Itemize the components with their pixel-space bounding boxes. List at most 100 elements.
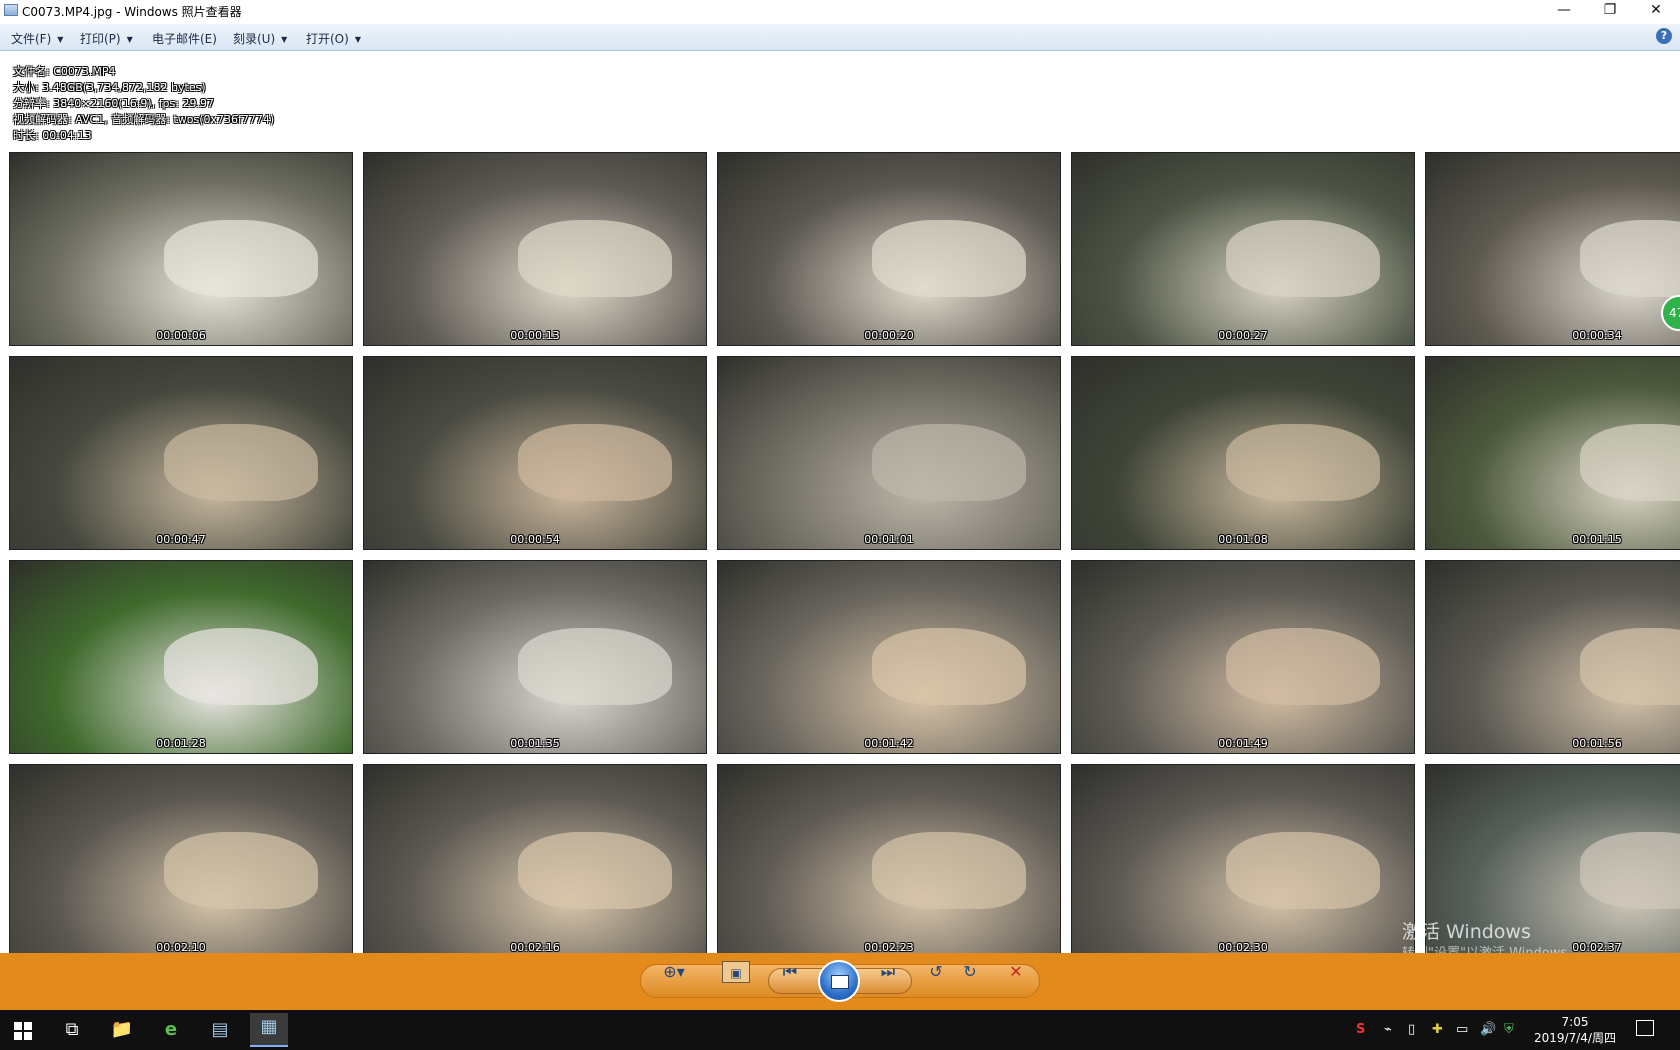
menu-file[interactable]: 文件(F) ▼ (11, 30, 63, 47)
photo-viewer-icon[interactable]: ▦ (250, 1013, 288, 1047)
tray-network-icon[interactable]: ⌁ (1384, 1022, 1392, 1037)
video-frame-thumbnail[interactable]: 00:02:16 (363, 764, 707, 953)
taskbar: ⧉ 📁 e ▤ ▦ S ⌁ ▯ ✚ ▭ 🔊 ⛨ 7:05 2019/7/4/周四 (0, 1010, 1680, 1050)
frame-content (1579, 424, 1680, 501)
frame-timestamp: 00:02:10 (156, 941, 206, 953)
actual-size-icon[interactable]: ▣ (722, 961, 750, 983)
chevron-down-icon: ▼ (281, 35, 288, 44)
frame-content (871, 832, 1026, 909)
video-frame-thumbnail[interactable]: 00:00:13 (363, 152, 707, 346)
minimize-button[interactable]: — (1541, 0, 1587, 22)
slideshow-icon[interactable] (818, 960, 860, 1002)
frame-content (1225, 832, 1380, 909)
video-frame-thumbnail[interactable]: 00:01:15 (1425, 356, 1680, 550)
help-icon[interactable]: ? (1656, 28, 1672, 44)
menu-bar: 文件(F) ▼ 打印(P) ▼ 电子邮件(E) 刻录(U) ▼ 打开(O) ▼ ? (0, 24, 1680, 51)
video-frame-thumbnail[interactable]: 00:00:06 (9, 152, 353, 346)
frame-content (517, 424, 672, 501)
close-button[interactable]: ✕ (1633, 0, 1679, 22)
frame-timestamp: 00:01:08 (1218, 533, 1268, 546)
frame-timestamp: 00:00:06 (156, 329, 206, 342)
video-frame-thumbnail[interactable]: 00:01:01 (717, 356, 1061, 550)
video-frame-thumbnail[interactable]: 00:00:27 (1071, 152, 1415, 346)
activation-watermark-title: 激活 Windows (1402, 921, 1531, 943)
info-codec: 视频解码器: AVC1, 音频解码器: twos(0x736f7774) (13, 113, 275, 126)
notification-icon[interactable] (1636, 1020, 1654, 1036)
video-frame-thumbnail[interactable]: 00:00:34 (1425, 152, 1680, 346)
frame-content (1225, 424, 1380, 501)
tray-security-icon[interactable]: ✚ (1432, 1022, 1443, 1037)
frame-timestamp: 00:00:20 (864, 329, 914, 342)
video-frame-thumbnail[interactable]: 00:00:20 (717, 152, 1061, 346)
chevron-down-icon: ▼ (354, 35, 361, 44)
chevron-down-icon: ▼ (57, 35, 64, 44)
video-frame-thumbnail[interactable]: 00:01:35 (363, 560, 707, 754)
frame-content (517, 220, 672, 297)
restore-button[interactable]: ❐ (1587, 0, 1633, 22)
frame-content (517, 832, 672, 909)
video-frame-thumbnail[interactable]: 00:00:54 (363, 356, 707, 550)
menu-open[interactable]: 打开(O) ▼ (306, 30, 361, 47)
info-duration: 时长: 00:04:13 (13, 129, 92, 142)
frame-content (163, 832, 318, 909)
video-frame-thumbnail[interactable]: 00:02:23 (717, 764, 1061, 953)
menu-print[interactable]: 打印(P) ▼ (80, 30, 133, 47)
browser-icon[interactable]: e (157, 1016, 185, 1044)
tray-volume-icon[interactable]: 🔊 (1480, 1022, 1496, 1037)
media-info: 文件名: C0073.MP4 大小: 3.48GB(3,734,872,182 … (13, 64, 274, 144)
notepad-icon[interactable]: ▤ (206, 1016, 234, 1044)
video-frame-thumbnail[interactable]: 00:02:30 (1071, 764, 1415, 953)
info-resolution: 分辨率: 3840×2160(16:9), fps: 29.97 (13, 97, 214, 110)
frame-content (163, 424, 318, 501)
frame-timestamp: 00:01:56 (1572, 737, 1622, 750)
frame-content (871, 220, 1026, 297)
frame-timestamp: 00:01:28 (156, 737, 206, 750)
frame-timestamp: 00:00:47 (156, 533, 206, 546)
slideshow-screen (831, 975, 849, 989)
tray-usb-icon[interactable]: ▯ (1408, 1022, 1415, 1037)
tray-sogou-icon[interactable]: S (1356, 1022, 1365, 1037)
chevron-down-icon: ▼ (126, 35, 133, 44)
thumbnail-grid: 00:00:06 00:00:13 00:00:20 00:00:27 00:00:34… (0, 150, 1680, 953)
next-icon[interactable]: ⏭ (874, 961, 902, 983)
frame-timestamp: 00:02:23 (864, 941, 914, 953)
video-frame-thumbnail[interactable]: 00:01:49 (1071, 560, 1415, 754)
tray-shield-icon[interactable]: ⛨ (1504, 1022, 1514, 1037)
frame-content (163, 628, 318, 705)
rotate-counterclockwise-icon[interactable]: ↺ (922, 961, 950, 983)
frame-timestamp: 00:00:54 (510, 533, 560, 546)
menu-burn[interactable]: 刻录(U) ▼ (233, 30, 287, 47)
video-frame-thumbnail[interactable]: 00:02:10 (9, 764, 353, 953)
clock-date: 2019/7/4/周四 (1534, 1031, 1616, 1045)
tray-wifi-icon[interactable]: ▭ (1456, 1022, 1468, 1037)
info-size: 大小: 3.48GB(3,734,872,182 bytes) (13, 81, 206, 94)
video-frame-thumbnail[interactable]: 00:01:28 (9, 560, 353, 754)
menu-print-label: 打印(P) (80, 32, 121, 46)
zoom-icon[interactable]: ⊕▾ (660, 961, 688, 983)
file-explorer-icon[interactable]: 📁 (108, 1016, 136, 1044)
clock-time: 7:05 (1561, 1015, 1589, 1029)
video-frame-thumbnail[interactable]: 00:01:56 (1425, 560, 1680, 754)
video-frame-thumbnail[interactable]: 00:01:42 (717, 560, 1061, 754)
frame-content (1225, 220, 1380, 297)
frame-content (163, 220, 318, 297)
frame-content (1579, 832, 1680, 909)
menu-burn-label: 刻录(U) (233, 32, 276, 46)
photo-viewer-app-icon (4, 4, 18, 16)
frame-content (1225, 628, 1380, 705)
frame-timestamp: 00:01:49 (1218, 737, 1268, 750)
control-bar: ⊕▾ ▣ ⏮ ⏭ ↺ ↻ ✕ (0, 953, 1680, 1010)
task-view-icon[interactable]: ⧉ (58, 1016, 86, 1044)
video-frame-thumbnail[interactable]: 00:00:47 (9, 356, 353, 550)
video-frame-thumbnail[interactable]: 00:01:08 (1071, 356, 1415, 550)
rotate-clockwise-icon[interactable]: ↻ (956, 961, 984, 983)
menu-email[interactable]: 电子邮件(E) (152, 30, 217, 47)
start-icon[interactable] (14, 1022, 32, 1040)
frame-content (871, 628, 1026, 705)
frame-timestamp: 00:00:13 (510, 329, 560, 342)
frame-timestamp: 00:01:35 (510, 737, 560, 750)
delete-icon[interactable]: ✕ (1002, 961, 1030, 983)
previous-icon[interactable]: ⏮ (776, 961, 804, 983)
frame-timestamp: 00:00:27 (1218, 329, 1268, 342)
clock[interactable]: 7:05 2019/7/4/周四 (1530, 1014, 1620, 1046)
